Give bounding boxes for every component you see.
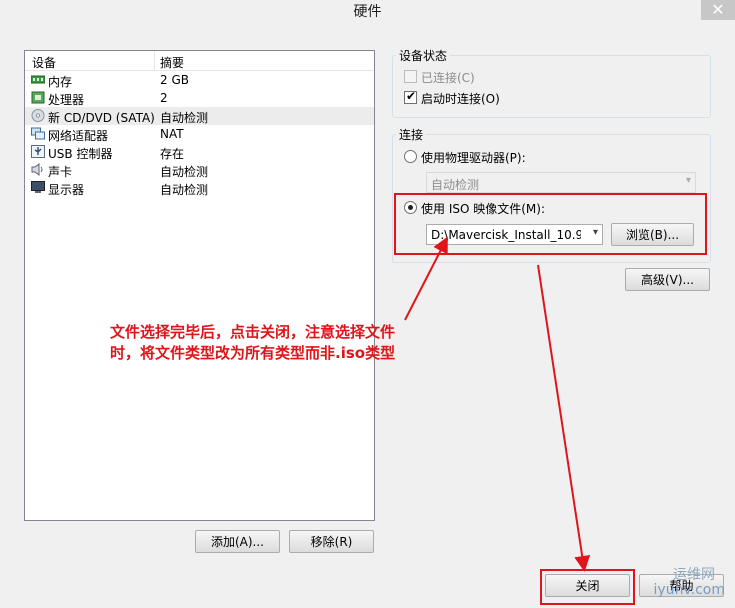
- device-summary: NAT: [160, 127, 184, 141]
- device-summary: 2 GB: [160, 73, 189, 87]
- sound-card-icon: [31, 163, 43, 176]
- device-name: 处理器: [48, 93, 85, 107]
- connected-checkbox[interactable]: [404, 70, 417, 83]
- chevron-down-icon: ▾: [685, 175, 691, 186]
- connect-at-power-on-checkbox[interactable]: ✔: [404, 89, 417, 104]
- watermark: 运维网 iyunv.com: [627, 564, 727, 604]
- device-row-usb[interactable]: USB 控制器 存在: [25, 143, 374, 161]
- device-name: 显示器: [48, 183, 85, 197]
- physical-drive-label: 使用物理驱动器(P):: [421, 151, 526, 165]
- network-adapter-icon: [31, 127, 45, 140]
- device-summary: 自动检测: [160, 165, 209, 179]
- annotation-text: 文件选择完毕后，点击关闭，注意选择文件 时，将文件类型改为所有类型而非.iso类…: [110, 322, 395, 364]
- device-summary: 2: [160, 91, 168, 105]
- advanced-button[interactable]: 高级(V)...: [625, 268, 710, 291]
- device-name: 新 CD/DVD (SATA): [48, 111, 155, 125]
- highlight-box-iso: [394, 193, 707, 255]
- highlight-box-close: [540, 569, 635, 605]
- device-summary: 存在: [160, 147, 185, 161]
- processor-icon: [31, 91, 45, 104]
- annotation-line-1: 文件选择完毕后，点击关闭，注意选择文件: [110, 323, 396, 341]
- annotation-line-2: 时，将文件类型改为所有类型而非.iso类型: [110, 344, 396, 362]
- device-row-network[interactable]: 网络适配器 NAT: [25, 125, 374, 143]
- title-bar: 硬件 ✕: [0, 0, 735, 26]
- device-status-group: [392, 55, 711, 118]
- watermark-text-1: 运维网: [673, 567, 715, 583]
- device-row-memory[interactable]: 内存 2 GB: [25, 71, 374, 89]
- device-summary: 自动检测: [160, 183, 209, 197]
- device-name: 网络适配器: [48, 129, 109, 143]
- add-button[interactable]: 添加(A)...: [195, 530, 280, 553]
- device-list-header: 设备 摘要: [25, 51, 374, 71]
- checkmark-icon: ✔: [406, 89, 417, 103]
- device-summary: 自动检测: [160, 111, 209, 125]
- window-close-icon[interactable]: ✕: [701, 0, 735, 20]
- device-row-sound[interactable]: 声卡 自动检测: [25, 161, 374, 179]
- remove-button[interactable]: 移除(R): [289, 530, 374, 553]
- device-status-title: 设备状态: [396, 47, 451, 64]
- physical-drive-value: 自动检测: [431, 178, 480, 192]
- connected-label: 已连接(C): [421, 71, 475, 85]
- device-name: 内存: [48, 75, 73, 89]
- physical-drive-radio[interactable]: [404, 150, 417, 163]
- column-header-summary[interactable]: 摘要: [160, 54, 184, 71]
- physical-drive-select[interactable]: 自动检测 ▾: [426, 172, 696, 193]
- device-row-display[interactable]: 显示器 自动检测: [25, 179, 374, 197]
- device-name: USB 控制器: [48, 147, 113, 161]
- connect-at-power-on-label: 启动时连接(O): [421, 92, 500, 106]
- cd-dvd-icon: [31, 109, 45, 122]
- device-list[interactable]: 设备 摘要 内存 2 GB 处理器 2 新 CD/DVD (SATA) 自动检测…: [24, 50, 375, 521]
- arrow-to-close: [537, 264, 591, 572]
- device-row-processor[interactable]: 处理器 2: [25, 89, 374, 107]
- usb-controller-icon: [31, 145, 45, 158]
- watermark-text-2: iyunv.com: [653, 582, 725, 598]
- device-name: 声卡: [48, 165, 73, 179]
- window-title: 硬件: [353, 4, 382, 20]
- display-icon: [31, 181, 45, 193]
- connection-title: 连接: [396, 126, 427, 143]
- device-row-cd-dvd[interactable]: 新 CD/DVD (SATA) 自动检测: [25, 107, 374, 125]
- column-header-device[interactable]: 设备: [32, 54, 56, 71]
- memory-icon: [31, 75, 45, 84]
